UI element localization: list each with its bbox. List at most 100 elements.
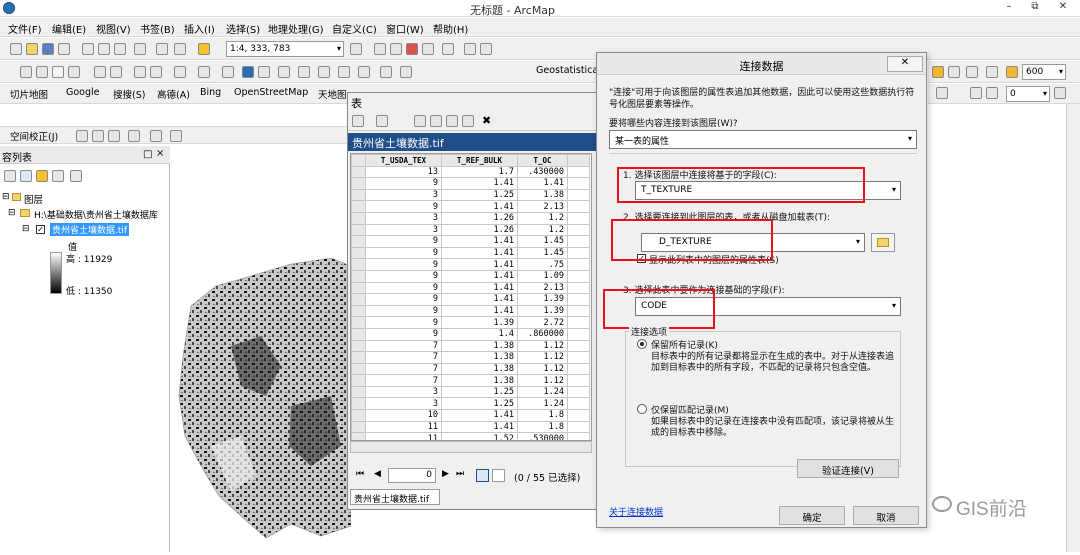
menu-geoprocessing[interactable]: 地理处理(G) xyxy=(268,21,324,36)
table-cell-extra[interactable] xyxy=(567,223,590,237)
table-cell[interactable]: 1.38 xyxy=(517,188,568,202)
table-cell[interactable]: 1.25 xyxy=(441,397,518,411)
table-cell[interactable]: 1.38 xyxy=(441,351,518,364)
toc-icon[interactable] xyxy=(374,43,386,55)
table-cell[interactable]: 9 xyxy=(365,200,442,213)
table-cell[interactable]: 1.45 xyxy=(517,246,568,260)
modelbuilder-icon[interactable] xyxy=(464,43,476,55)
table-cell[interactable]: 1.24 xyxy=(517,385,568,399)
table-cell[interactable]: 2.13 xyxy=(517,200,568,213)
table-cell[interactable]: 1.41 xyxy=(441,269,518,283)
symbol-icon[interactable] xyxy=(932,66,944,78)
row-selector[interactable] xyxy=(351,177,366,190)
google-menu[interactable]: Google xyxy=(66,87,100,98)
table-row[interactable]: 9 1.41 1.41 xyxy=(351,177,590,190)
keep-all-radio[interactable] xyxy=(637,339,647,349)
table-cell[interactable]: 1.41 xyxy=(517,177,568,190)
brightness-icon[interactable] xyxy=(1006,66,1018,78)
attribute-transfer-icon[interactable] xyxy=(170,130,182,142)
pin-icon[interactable]: □ xyxy=(143,149,152,160)
column-header-extra[interactable] xyxy=(567,154,590,167)
row-selector[interactable] xyxy=(351,165,366,179)
table-cell[interactable]: 9 xyxy=(365,269,442,283)
table-row[interactable]: 7 1.38 1.12 xyxy=(351,374,590,387)
georef-icon[interactable] xyxy=(970,87,982,99)
table-cell[interactable]: 7 xyxy=(365,351,442,364)
menu-insert[interactable]: 插入(I) xyxy=(184,21,215,36)
python-icon[interactable] xyxy=(422,43,434,55)
html-popup-icon[interactable] xyxy=(278,66,290,78)
table-cell[interactable]: 11 xyxy=(365,420,442,434)
table-cell-extra[interactable] xyxy=(567,188,590,202)
swipe-icon[interactable] xyxy=(966,66,978,78)
table-cell[interactable]: 9 xyxy=(365,177,442,190)
raster-icon[interactable] xyxy=(936,87,948,99)
spin-zero[interactable]: 0 ▾ xyxy=(1006,86,1050,102)
menu-file[interactable]: 文件(F) xyxy=(8,21,42,36)
row-selector-header[interactable] xyxy=(351,154,366,167)
scale-combo[interactable]: 1:4, 333, 783 ▾ xyxy=(226,41,344,57)
modify-link-icon[interactable] xyxy=(108,130,120,142)
dialog-close-button[interactable]: ✕ xyxy=(887,56,923,72)
zoom-in-icon[interactable] xyxy=(20,66,32,78)
row-selector[interactable] xyxy=(351,385,366,399)
menu-customize[interactable]: 自定义(C) xyxy=(332,21,377,36)
table-row[interactable]: 9 1.41 1.39 xyxy=(351,304,590,318)
table-row[interactable]: 7 1.38 1.12 xyxy=(351,362,590,376)
table-cell-extra[interactable] xyxy=(567,246,590,260)
table-cell-extra[interactable] xyxy=(567,235,590,248)
table-cell[interactable]: .75 xyxy=(517,258,568,271)
close-button[interactable]: ✕ xyxy=(1050,1,1076,15)
table-cell[interactable]: 1.2 xyxy=(517,223,568,237)
menu-help[interactable]: 帮助(H) xyxy=(433,21,468,36)
table-cell[interactable]: 9 xyxy=(365,304,442,318)
ok-button[interactable]: 确定 xyxy=(779,506,845,525)
table-cell-extra[interactable] xyxy=(567,304,590,318)
list-by-drawing-order-icon[interactable] xyxy=(4,170,16,182)
table-cell-extra[interactable] xyxy=(567,316,590,329)
viewer-icon[interactable] xyxy=(380,66,392,78)
copy-icon[interactable] xyxy=(98,43,110,55)
table-cell[interactable]: 9 xyxy=(365,327,442,341)
table-cell[interactable]: 1.41 xyxy=(441,281,518,295)
row-selector[interactable] xyxy=(351,397,366,411)
search-window-icon[interactable] xyxy=(442,43,454,55)
row-selector[interactable] xyxy=(351,269,366,283)
table-cell-extra[interactable] xyxy=(567,165,590,179)
time-slider-icon[interactable] xyxy=(358,66,370,78)
table-cell-extra[interactable] xyxy=(567,397,590,411)
select-arrow-icon[interactable] xyxy=(76,130,88,142)
bottom-layer-tab[interactable]: 贵州省土壤数据.tif xyxy=(350,489,440,505)
row-selector[interactable] xyxy=(351,316,366,329)
horizontal-scrollbar[interactable] xyxy=(350,441,592,453)
table-cell-extra[interactable] xyxy=(567,339,590,353)
table-cell[interactable]: 1.8 xyxy=(517,420,568,434)
fixed-zoom-out-icon[interactable] xyxy=(110,66,122,78)
row-selector[interactable] xyxy=(351,420,366,434)
row-selector[interactable] xyxy=(351,339,366,353)
delete-icon[interactable] xyxy=(134,43,146,55)
record-number-input[interactable]: 0 xyxy=(388,468,436,483)
row-selector[interactable] xyxy=(351,200,366,213)
cancel-button[interactable]: 取消 xyxy=(853,506,919,525)
table-cell[interactable]: 2.72 xyxy=(517,316,568,329)
paste-icon[interactable] xyxy=(114,43,126,55)
table-row[interactable]: 3 1.26 1.2 xyxy=(351,211,590,225)
undo-icon[interactable] xyxy=(156,43,168,55)
list-by-visibility-icon[interactable] xyxy=(36,170,48,182)
table-row[interactable]: 9 1.41.75 xyxy=(351,258,590,271)
table-cell[interactable]: 10 xyxy=(365,409,442,422)
forward-icon[interactable] xyxy=(150,66,162,78)
table-cell-extra[interactable] xyxy=(567,420,590,434)
bing-menu[interactable]: Bing xyxy=(200,87,221,98)
table-cell[interactable]: 3 xyxy=(365,188,442,202)
go-to-xy-icon[interactable] xyxy=(338,66,350,78)
tianditu-menu[interactable]: 天地图 xyxy=(318,87,347,101)
table-cell[interactable]: 1.41 xyxy=(441,200,518,213)
table-cell[interactable]: 1.41 xyxy=(441,409,518,422)
collapse-layer-icon[interactable]: ⊟ xyxy=(22,224,30,234)
table-cell[interactable]: 1.41 xyxy=(441,177,518,190)
row-selector[interactable] xyxy=(351,235,366,248)
table-cell[interactable]: 1.38 xyxy=(441,339,518,353)
folder-path[interactable]: H:\基础数据\贵州省土壤数据库 xyxy=(34,208,168,221)
